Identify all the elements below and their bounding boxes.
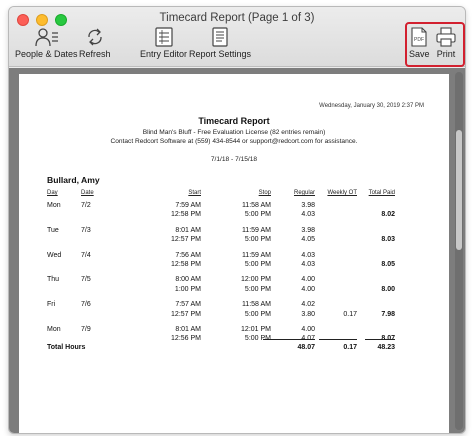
entry-start: 7:57 AM [175, 301, 201, 309]
scrollbar-thumb[interactable] [456, 130, 462, 250]
col-header-total-paid: Total Paid [368, 190, 395, 196]
entry-stop: 11:58 AM [241, 301, 271, 309]
report-settings-button[interactable]: Report Settings [189, 27, 251, 59]
contact-line: Contact Redcort Software at (559) 434-85… [110, 138, 358, 145]
entry-regular: 4.03 [301, 251, 315, 259]
license-line: Blind Man's Bluff - Free Evaluation Lice… [142, 129, 326, 136]
report-title: Timecard Report [198, 116, 270, 126]
report-settings-label: Report Settings [189, 49, 252, 59]
vertical-scrollbar[interactable] [455, 72, 463, 430]
total-paid: 48.23 [377, 344, 395, 351]
employee-name: Bullard, Amy [47, 175, 100, 185]
entry-regular: 4.00 [301, 326, 315, 333]
entry-regular: 4.02 [301, 301, 315, 309]
people-dates-button[interactable]: People & Dates [15, 27, 78, 59]
row-total-paid: 8.00 [381, 285, 395, 293]
paid-total-rule [365, 339, 395, 340]
entry-editor-button[interactable]: Entry Editor [140, 27, 187, 59]
people-icon [35, 28, 59, 47]
entry-start: 7:56 AM [175, 251, 201, 259]
entry-regular: 4.00 [301, 276, 315, 284]
save-print-highlight [405, 22, 465, 67]
entry-start: 8:01 AM [175, 226, 201, 234]
row-day: Mon [47, 202, 61, 209]
entry-regular: 4.00 [301, 285, 315, 293]
refresh-button[interactable]: Refresh [79, 27, 111, 59]
entry-regular: 4.03 [301, 211, 315, 219]
row-date: 7/9 [81, 326, 91, 333]
row-total-paid: 8.03 [381, 236, 395, 244]
entry-stop: 5:00 PM [244, 285, 271, 293]
entry-start: 12:57 PM [171, 310, 201, 318]
refresh-label: Refresh [79, 49, 111, 59]
entry-regular: 3.98 [301, 226, 315, 234]
row-total-paid: 8.02 [381, 211, 395, 219]
row-date: 7/2 [81, 202, 91, 209]
people-dates-label: People & Dates [15, 49, 78, 59]
row-day: Thu [47, 276, 60, 284]
col-header-day: Day [47, 190, 58, 196]
row-day: Tue [47, 226, 59, 234]
entry-stop: 12:00 PM [241, 276, 271, 284]
entry-start: 12:58 PM [171, 211, 201, 219]
entry-stop: 11:59 AM [241, 226, 271, 234]
entry-start: 1:00 PM [174, 285, 201, 293]
entry-regular: 4.05 [301, 236, 315, 244]
window-title: Timecard Report (Page 1 of 3) [159, 12, 315, 24]
entry-start: 12:56 PM [171, 335, 201, 343]
date-range: 7/1/18 - 7/15/18 [210, 156, 258, 163]
row-date: 7/6 [81, 301, 91, 309]
entry-stop: 5:00 PM [244, 310, 271, 318]
row-day: Fri [47, 301, 56, 309]
row-day: Mon [47, 326, 61, 333]
ot-total-rule [319, 339, 357, 340]
entry-start: 8:01 AM [175, 326, 201, 333]
row-date: 7/3 [81, 226, 91, 234]
entry-editor-label: Entry Editor [140, 49, 188, 59]
row-date: 7/5 [81, 276, 91, 284]
entry-start: 8:00 AM [175, 276, 201, 284]
report-window: Timecard Report (Page 1 of 3) People & D… [8, 6, 466, 434]
entry-stop: 12:01 PM [241, 326, 271, 333]
entry-start: 12:58 PM [171, 261, 201, 268]
row-total-paid: 7.98 [381, 310, 395, 318]
col-header-start: Start [188, 190, 201, 196]
toolbar: Timecard Report (Page 1 of 3) People & D… [9, 7, 465, 67]
entry-stop: 5:00 PM [244, 236, 271, 244]
row-day: Wed [47, 251, 62, 259]
entry-stop: 5:00 PM [244, 335, 271, 343]
entry-stop: 11:59 AM [241, 251, 271, 259]
entry-stop: 11:58 AM [241, 202, 271, 209]
refresh-icon [88, 28, 102, 46]
entry-editor-icon [154, 27, 173, 47]
entry-start: 7:59 AM [175, 202, 201, 209]
report-settings-icon [212, 27, 228, 47]
row-date: 7/4 [81, 251, 91, 259]
col-header-stop: Stop [258, 190, 271, 196]
report-page: Wednesday, January 30, 2019 2:37 PM Time… [19, 74, 449, 433]
regular-total-rule [263, 339, 315, 340]
report-preview-area[interactable]: Wednesday, January 30, 2019 2:37 PM Time… [9, 68, 465, 433]
entry-regular: 4.03 [301, 261, 315, 268]
entry-stop: 5:00 PM [244, 211, 271, 219]
report-timestamp: Wednesday, January 30, 2019 2:37 PM [319, 103, 424, 109]
entry-regular: 3.98 [301, 202, 315, 209]
entry-stop: 5:00 PM [244, 261, 271, 268]
total-hours-label: Total Hours [47, 344, 86, 351]
col-header-date: Date [81, 190, 94, 196]
entry-start: 12:57 PM [171, 236, 201, 244]
row-total-paid: 8.05 [381, 261, 395, 268]
